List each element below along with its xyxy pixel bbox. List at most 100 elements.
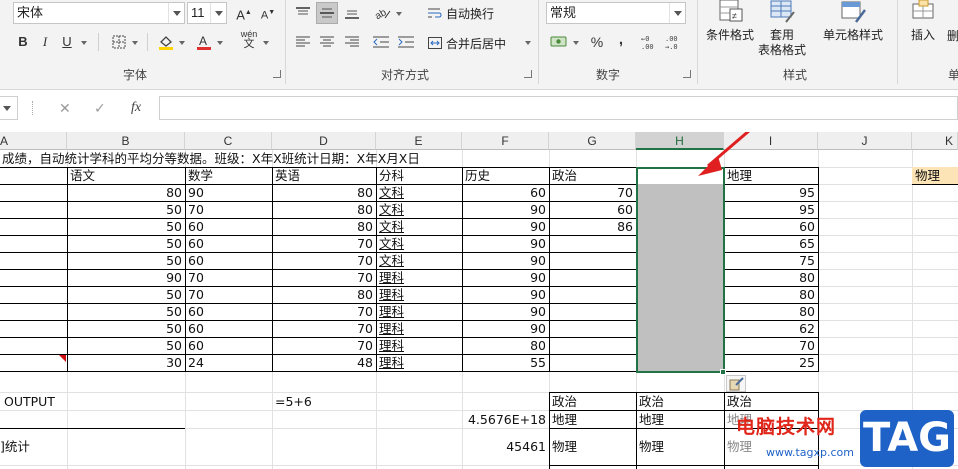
cell-chinese[interactable]: 90	[67, 269, 185, 286]
cell-geography[interactable]: 62	[724, 320, 818, 337]
cell-english[interactable]: 70	[272, 337, 376, 354]
increase-decimal-icon[interactable]: ←0.00	[640, 31, 662, 53]
cell-chinese[interactable]: 50	[67, 235, 185, 252]
cell-geography[interactable]: 80	[724, 303, 818, 320]
cell-english[interactable]: 80	[272, 218, 376, 235]
politics-cell-3[interactable]: 政治	[724, 393, 755, 410]
insert-cells-button[interactable]: 插入	[903, 0, 943, 43]
fill-color-icon[interactable]	[155, 31, 177, 53]
cell-history[interactable]: 90	[462, 286, 549, 303]
align-middle-icon[interactable]	[316, 2, 338, 24]
orientation-icon[interactable]: ab	[372, 2, 394, 24]
chevron-down-icon[interactable]	[524, 31, 532, 53]
cell-geography[interactable]: 60	[724, 218, 818, 235]
bold-button[interactable]: B	[12, 31, 34, 53]
chevron-down-icon[interactable]	[168, 3, 184, 23]
cell-chinese[interactable]: 50	[67, 286, 185, 303]
cell-branch[interactable]: 理科	[376, 354, 462, 371]
cell-math[interactable]: 60	[185, 320, 272, 337]
column-header-b[interactable]: B	[67, 132, 185, 150]
cell-geography[interactable]: 95	[724, 201, 818, 218]
geo-cell-1[interactable]: 地理	[549, 411, 580, 428]
cell-math[interactable]: 70	[185, 269, 272, 286]
phonetic-button[interactable]: wén 文	[238, 29, 260, 51]
cell-chinese[interactable]: 50	[67, 218, 185, 235]
column-header-d[interactable]: D	[272, 132, 376, 150]
decrease-font-size-icon[interactable]: A▼	[257, 2, 279, 24]
sci-number-cell[interactable]: 4.5676E+18	[462, 411, 549, 428]
cell-geography[interactable]: 75	[724, 252, 818, 269]
cancel-icon[interactable]: ✕	[59, 100, 71, 117]
cell-politics[interactable]	[549, 235, 636, 252]
column-header-c[interactable]: C	[185, 132, 272, 150]
underline-button[interactable]: U	[56, 31, 78, 53]
decrease-indent-icon[interactable]	[370, 31, 392, 53]
cell-english[interactable]: 80	[272, 201, 376, 218]
chevron-down-icon[interactable]	[669, 3, 685, 23]
font-size-combo[interactable]: 11	[187, 2, 227, 24]
cell-history[interactable]: 90	[462, 235, 549, 252]
alignment-dialog-launcher-icon[interactable]	[524, 70, 532, 78]
cell-english[interactable]: 80	[272, 184, 376, 201]
cell-branch[interactable]: 理科	[376, 337, 462, 354]
comma-style-button[interactable]: ,	[610, 29, 632, 51]
cell-politics[interactable]	[549, 354, 636, 371]
format-as-table-button[interactable]: 套用 表格格式	[757, 0, 807, 58]
formula-input[interactable]	[159, 96, 958, 120]
cell-math[interactable]: 60	[185, 218, 272, 235]
cell-math[interactable]: 70	[185, 201, 272, 218]
cell-branch[interactable]: 文科	[376, 218, 462, 235]
cell-math[interactable]: 60	[185, 235, 272, 252]
delete-cells-button[interactable]: 删	[946, 29, 958, 44]
header-physics[interactable]: 物理	[912, 167, 943, 184]
cell-math[interactable]: 70	[185, 286, 272, 303]
cell-math[interactable]: 60	[185, 252, 272, 269]
name-box[interactable]	[0, 96, 18, 120]
cell-chinese[interactable]: 50	[67, 201, 185, 218]
cell-geography[interactable]: 95	[724, 184, 818, 201]
cell-math[interactable]: 60	[185, 303, 272, 320]
cell-politics[interactable]	[549, 320, 636, 337]
phys-cell-1[interactable]: 物理	[549, 438, 580, 455]
cell-chinese[interactable]: 50	[67, 320, 185, 337]
cell-geography[interactable]: 65	[724, 235, 818, 252]
paste-options-icon[interactable]	[726, 375, 746, 392]
cell-branch[interactable]: 理科	[376, 303, 462, 320]
cell-chinese[interactable]: 30	[67, 354, 185, 371]
chevron-down-icon[interactable]	[3, 106, 11, 111]
cell-politics[interactable]: 60	[549, 201, 636, 218]
increase-font-size-icon[interactable]: A▲	[233, 2, 255, 24]
cell-geography[interactable]: 80	[724, 286, 818, 303]
column-header-f[interactable]: F	[462, 132, 549, 150]
align-right-icon[interactable]	[341, 31, 363, 53]
cell-chinese[interactable]: 50	[67, 303, 185, 320]
cell-politics[interactable]: 86	[549, 218, 636, 235]
chevron-down-icon[interactable]	[395, 2, 403, 24]
merge-center-button[interactable]: 合并后居中	[428, 35, 506, 52]
chevron-down-icon[interactable]	[262, 31, 270, 53]
geo-cell-2[interactable]: 地理	[636, 411, 667, 428]
cell-styles-button[interactable]: 单元格样式	[818, 0, 888, 43]
cell-history[interactable]: 90	[462, 201, 549, 218]
cell-politics[interactable]	[549, 303, 636, 320]
cell-english[interactable]: 70	[272, 252, 376, 269]
cell-branch[interactable]: 理科	[376, 269, 462, 286]
column-header-k[interactable]: K	[912, 132, 958, 150]
header-branch[interactable]: 分科	[376, 167, 407, 184]
politics-cell-1[interactable]: 政治	[549, 393, 580, 410]
align-bottom-icon[interactable]	[341, 2, 363, 24]
drag-handle[interactable]	[32, 101, 34, 115]
cell-geography[interactable]: 25	[724, 354, 818, 371]
header-politics[interactable]: 政治	[549, 167, 580, 184]
cell-english[interactable]: 70	[272, 320, 376, 337]
cell-english[interactable]: 70	[272, 269, 376, 286]
column-header-a[interactable]: A	[0, 132, 67, 150]
cell-english[interactable]: 48	[272, 354, 376, 371]
number-format-combo[interactable]: 常规	[546, 2, 686, 24]
header-math[interactable]: 数学	[185, 167, 216, 184]
column-header-j[interactable]: J	[818, 132, 912, 150]
number-cell[interactable]: 45461	[462, 438, 549, 455]
output-label[interactable]: OUTPUT	[0, 393, 58, 410]
cell-english[interactable]: 80	[272, 286, 376, 303]
phys-cell-2[interactable]: 物理	[636, 438, 667, 455]
